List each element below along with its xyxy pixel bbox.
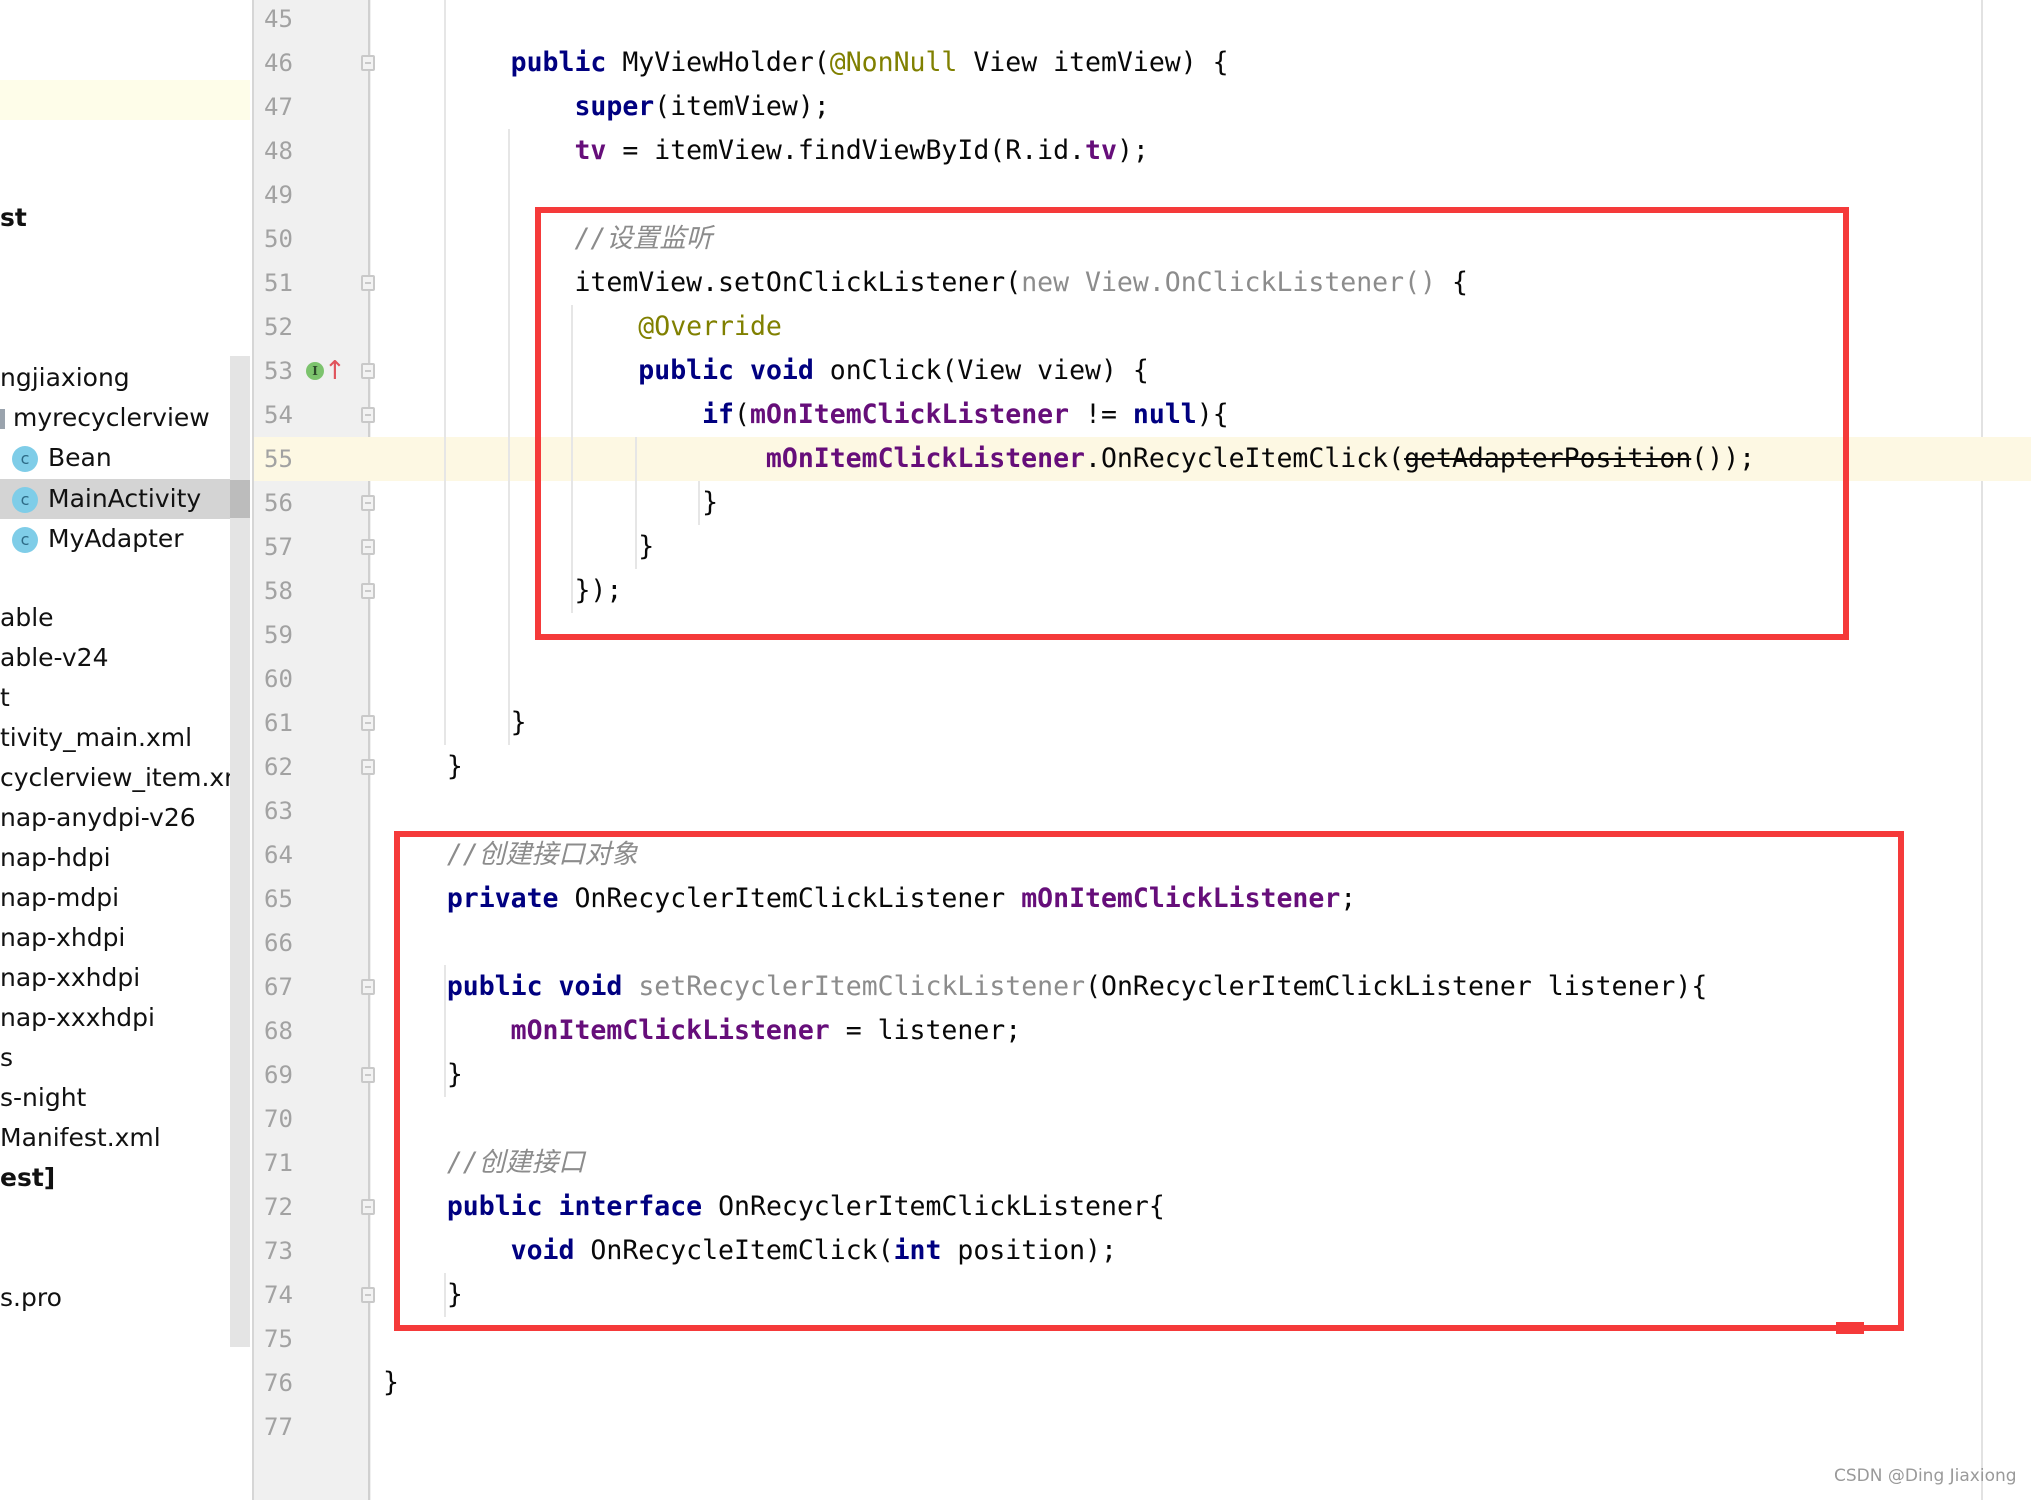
- code-token: }: [383, 707, 527, 738]
- indent-guide: [444, 0, 446, 745]
- fold-marker-icon[interactable]: [361, 495, 375, 511]
- watermark: CSDN @Ding Jiaxiong: [1834, 1466, 2017, 1486]
- line-number[interactable]: 47: [264, 85, 324, 129]
- code-token: }: [383, 751, 463, 782]
- line-number[interactable]: 61: [264, 701, 324, 745]
- line-number[interactable]: 49: [264, 173, 324, 217]
- line-number[interactable]: 60: [264, 657, 324, 701]
- line-number[interactable]: 51: [264, 261, 324, 305]
- code-token: }: [383, 1367, 399, 1398]
- line-number[interactable]: 65: [264, 877, 324, 921]
- line-number[interactable]: 54: [264, 393, 324, 437]
- line-number[interactable]: 57: [264, 525, 324, 569]
- indent-guide: [508, 129, 510, 745]
- fold-marker-icon[interactable]: [361, 583, 375, 599]
- code-line[interactable]: }: [383, 1361, 399, 1405]
- code-token: MyViewHolder(: [606, 47, 830, 78]
- fold-marker-icon[interactable]: [361, 1287, 375, 1303]
- fold-marker-icon[interactable]: [361, 539, 375, 555]
- code-token: @NonNull: [829, 47, 958, 78]
- line-number[interactable]: 70: [264, 1097, 324, 1141]
- line-number[interactable]: 59: [264, 613, 324, 657]
- line-number[interactable]: 64: [264, 833, 324, 877]
- fold-marker-icon[interactable]: [361, 407, 375, 423]
- code-line[interactable]: super(itemView);: [383, 85, 830, 129]
- line-number[interactable]: 62: [264, 745, 324, 789]
- line-number[interactable]: 56: [264, 481, 324, 525]
- line-number[interactable]: 77: [264, 1405, 324, 1449]
- code-token: (itemView);: [654, 91, 830, 122]
- code-line[interactable]: }: [383, 745, 463, 789]
- line-number[interactable]: 76: [264, 1361, 324, 1405]
- highlight-box-click-listener: [535, 207, 1849, 640]
- line-number[interactable]: 75: [264, 1317, 324, 1361]
- code-token: tv: [574, 135, 607, 166]
- implements-method-icon[interactable]: I: [306, 362, 324, 380]
- fold-marker-icon[interactable]: [361, 55, 375, 71]
- line-number[interactable]: 66: [264, 921, 324, 965]
- fold-marker-icon[interactable]: [361, 1199, 375, 1215]
- line-number[interactable]: 67: [264, 965, 324, 1009]
- line-number[interactable]: 63: [264, 789, 324, 833]
- code-token: = itemView.findViewById(R.id.: [606, 135, 1086, 166]
- code-line[interactable]: tv = itemView.findViewById(R.id.tv);: [383, 129, 1149, 173]
- code-token: );: [1116, 135, 1149, 166]
- line-number[interactable]: 46: [264, 41, 324, 85]
- code-token: super: [574, 91, 655, 122]
- line-number[interactable]: 58: [264, 569, 324, 613]
- code-line[interactable]: }: [383, 701, 527, 745]
- code-token: tv: [1085, 135, 1117, 166]
- fold-marker-icon[interactable]: [361, 715, 375, 731]
- override-arrow-icon[interactable]: ↑: [324, 356, 346, 386]
- line-number[interactable]: 52: [264, 305, 324, 349]
- code-token: public: [510, 47, 607, 78]
- line-number[interactable]: 50: [264, 217, 324, 261]
- highlight-box-interface: [394, 831, 1904, 1331]
- code-line[interactable]: public MyViewHolder(@NonNull View itemVi…: [383, 41, 1229, 85]
- fold-marker-icon[interactable]: [361, 1067, 375, 1083]
- line-number[interactable]: 71: [264, 1141, 324, 1185]
- line-number[interactable]: 48: [264, 129, 324, 173]
- fold-marker-icon[interactable]: [361, 979, 375, 995]
- fold-marker-icon[interactable]: [361, 363, 375, 379]
- line-number[interactable]: 69: [264, 1053, 324, 1097]
- fold-marker-icon[interactable]: [361, 275, 375, 291]
- line-number[interactable]: 55: [264, 437, 324, 481]
- line-number[interactable]: 68: [264, 1009, 324, 1053]
- line-number[interactable]: 74: [264, 1273, 324, 1317]
- line-number[interactable]: 45: [264, 0, 324, 41]
- fold-marker-icon[interactable]: [361, 759, 375, 775]
- code-token: View itemView) {: [957, 47, 1229, 78]
- line-number[interactable]: 73: [264, 1229, 324, 1273]
- line-number[interactable]: 72: [264, 1185, 324, 1229]
- red-annotation-mark: [1836, 1322, 1864, 1334]
